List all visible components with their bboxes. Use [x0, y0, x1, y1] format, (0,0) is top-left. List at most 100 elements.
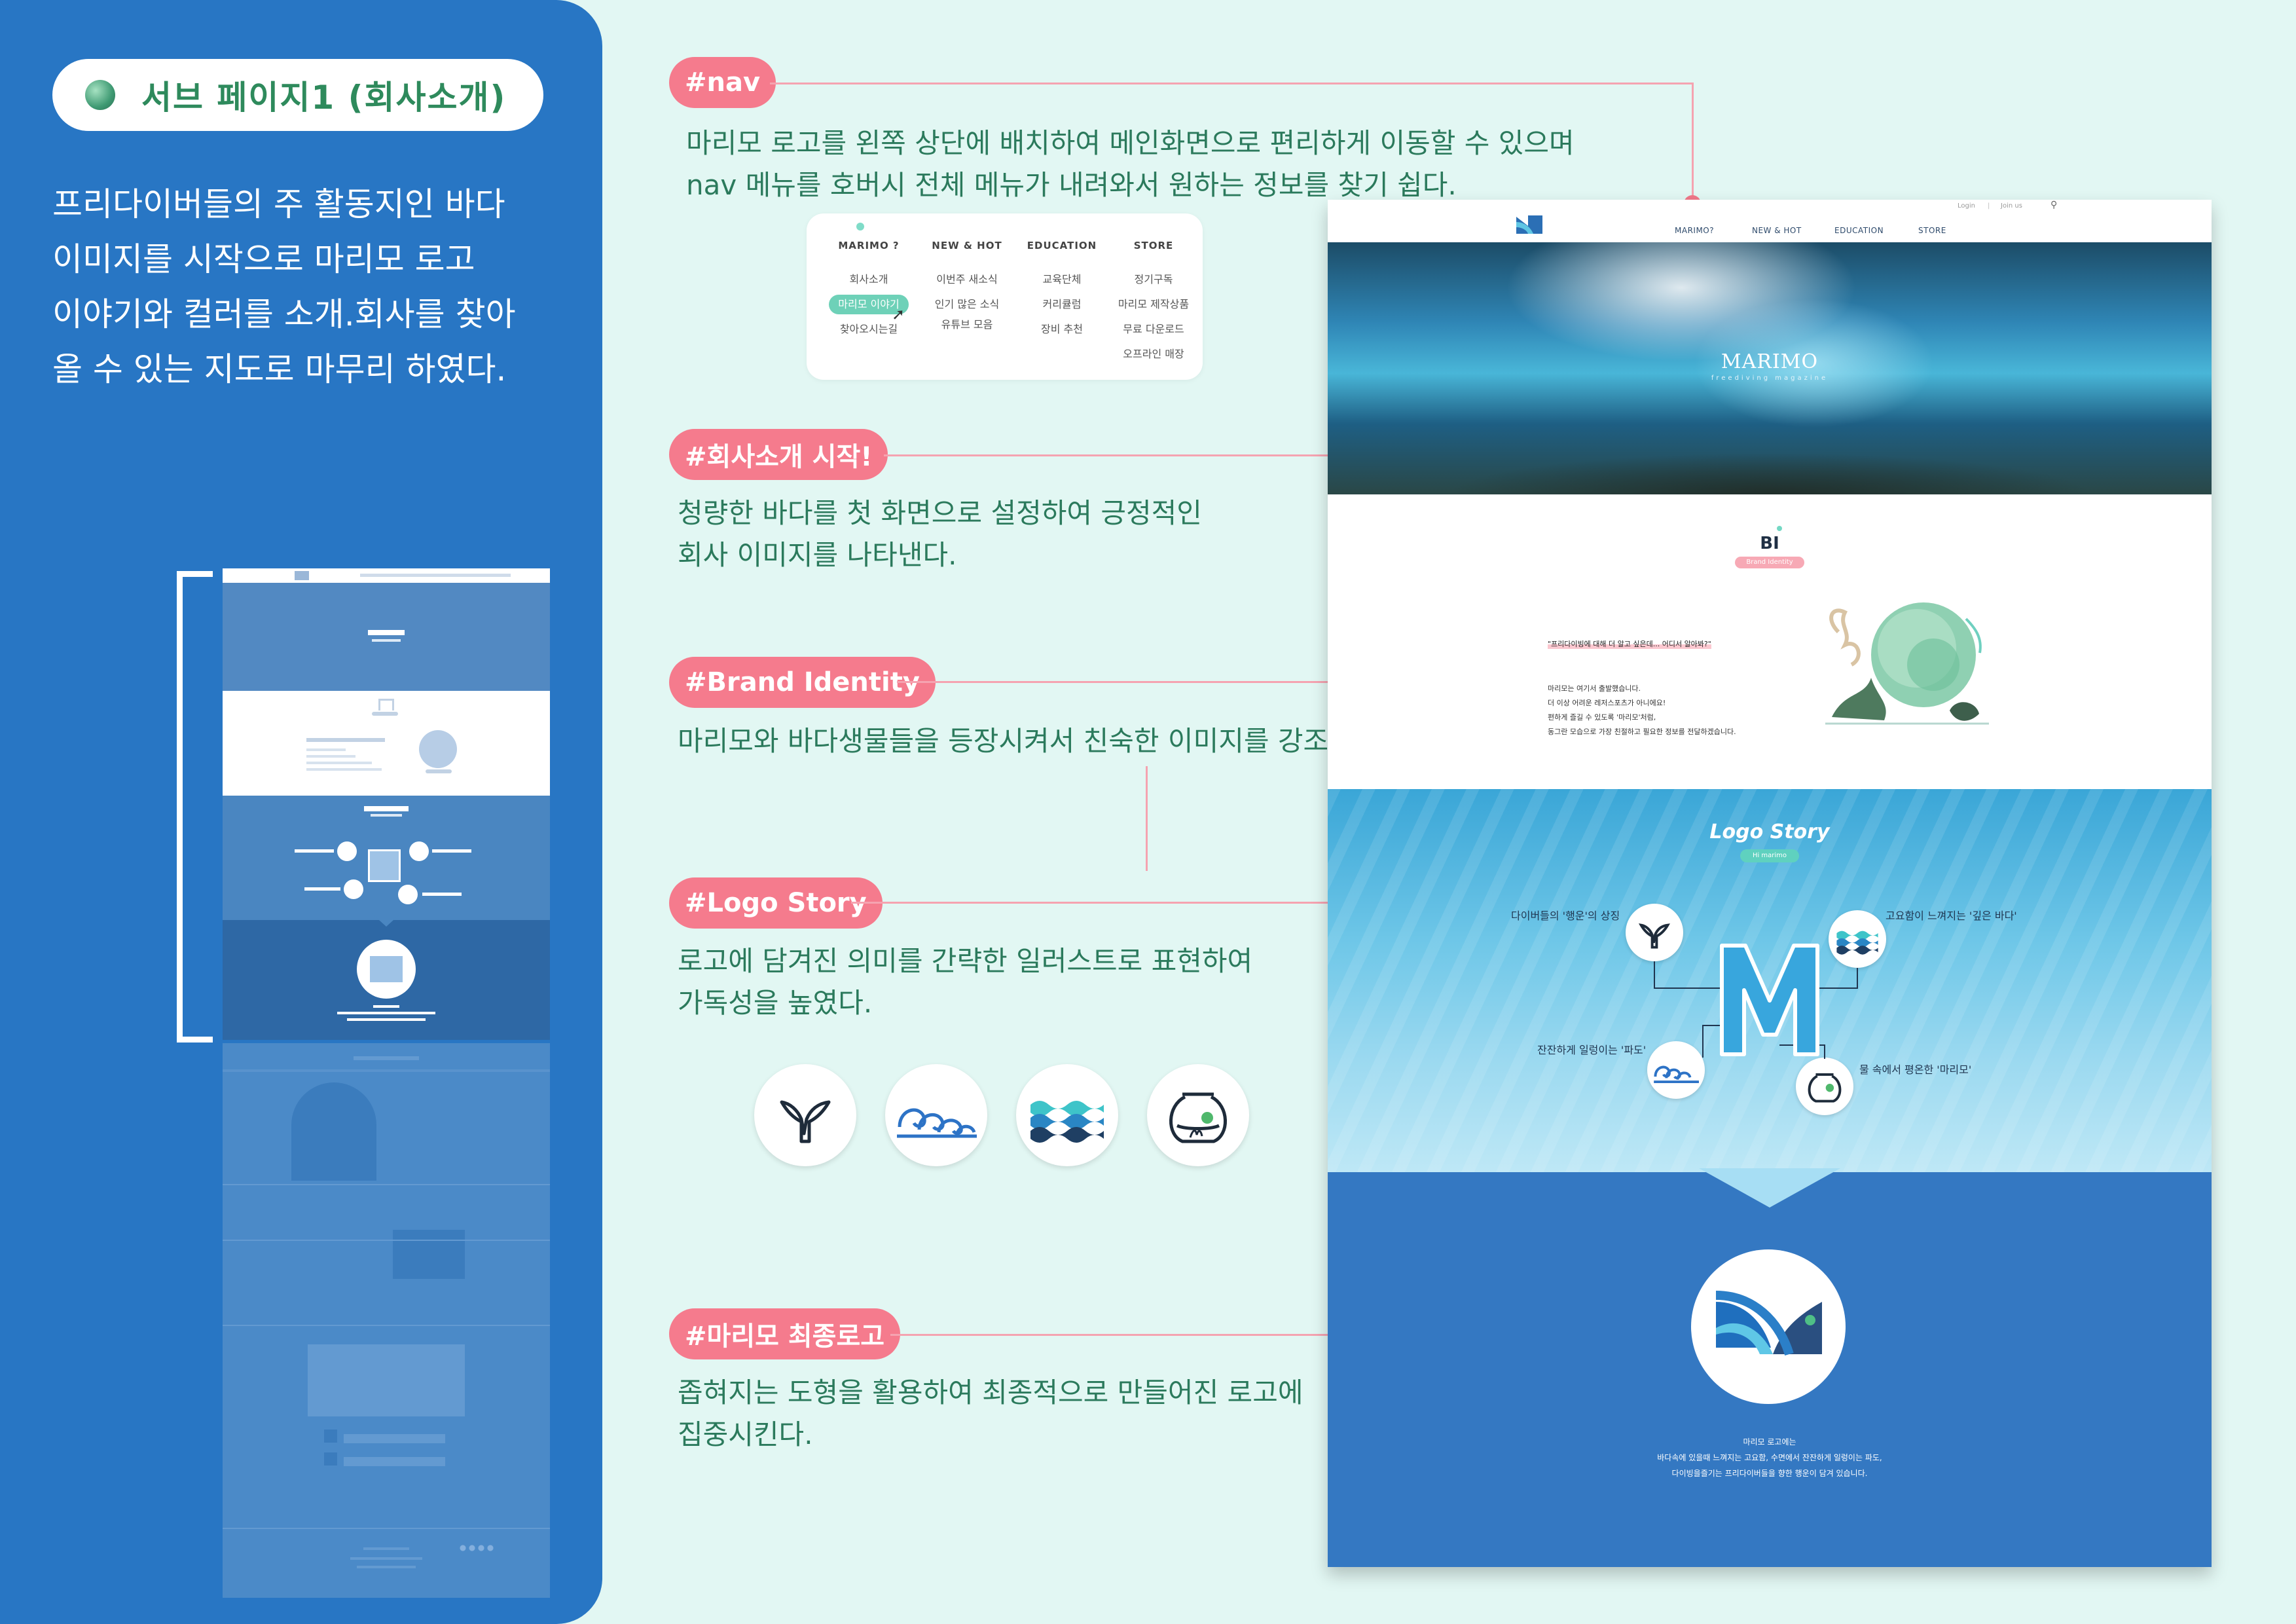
connector-line: [1702, 1025, 1704, 1058]
site-bi-section: BI Brand Identity "프리다이빙에 대해 더 알고 싶은데...…: [1328, 494, 2212, 789]
desc-line: 청량한 바다를 첫 화면으로 설정하여 긍정적인: [678, 497, 1202, 529]
brand-description: 마리모와 바다생물들을 등장시켜서 친숙한 이미지를 강조.: [678, 720, 1337, 762]
dropdown-col-marimo: MARIMO ? 회사소개 마리모 이야기 찾아오시는길: [826, 240, 911, 342]
search-icon[interactable]: ⚲: [2050, 200, 2057, 210]
desc-line: 회사 이미지를 나타낸다.: [678, 539, 957, 571]
wireframe-hero: [223, 583, 550, 691]
fishbowl-icon: [1147, 1064, 1249, 1166]
left-panel: 서브 페이지1 (회사소개) 프리다이버들의 주 활동지인 바다 이미지를 시작…: [0, 0, 602, 1624]
dropdown-item[interactable]: 오프라인 매장: [1104, 342, 1203, 367]
login-link[interactable]: Login: [1958, 202, 1975, 210]
connector-line: [1692, 83, 1694, 203]
dropdown-item[interactable]: 교육단체: [1016, 267, 1108, 292]
intro-line: 이야기와 컬러를 소개.회사를 찾아: [52, 295, 516, 333]
label-deep-sea: 고요함이 느껴지는 '깊은 바다': [1886, 910, 2017, 922]
fishbowl-icon: [1796, 1058, 1853, 1115]
intro-text: 프리다이버들의 주 활동지인 바다 이미지를 시작으로 마리모 로고 이야기와 …: [52, 177, 550, 397]
final-logo-circle: [1691, 1249, 1846, 1404]
site-menu-marimo[interactable]: MARIMO?: [1675, 226, 1714, 235]
intro-line: 올 수 있는 지도로 마무리 하였다.: [52, 350, 507, 388]
dropdown-head[interactable]: MARIMO ?: [826, 240, 911, 251]
wireframe-thumbnail: [223, 568, 550, 1598]
hero-title: MARIMO: [1721, 350, 1819, 373]
tag-final-logo: #마리모 최종로고: [669, 1308, 901, 1359]
logo-story-badge: Hi marimo: [1740, 849, 1799, 862]
logo-story-title: Logo Story: [1709, 821, 1830, 843]
marimo-final-logo-icon: [1715, 1291, 1822, 1356]
connector-line: [770, 83, 1693, 84]
marimo-globe-icon: [85, 80, 115, 110]
site-final-logo-section: 마리모 로고에는 바다속에 있을때 느껴지는 고요함, 수면에서 잔잔하게 일렁…: [1328, 1168, 2212, 1567]
tag-logo-story: #Logo Story: [669, 877, 883, 929]
marimo-sea-illustration: [1819, 593, 1995, 743]
intro-line: 프리다이버들의 주 활동지인 바다: [52, 185, 505, 223]
final-logo-text: 마리모 로고에는 바다속에 있을때 느껴지는 고요함, 수면에서 잔잔하게 일렁…: [1328, 1434, 2212, 1481]
final-line: 다이빙을즐기는 프리다이버들을 향한 행운이 담겨 있습니다.: [1671, 1469, 1868, 1478]
dropdown-col-education: EDUCATION 교육단체 커리큘럼 장비 추천: [1016, 240, 1108, 342]
wave-curl-icon: [1647, 1041, 1705, 1099]
site-menu-education[interactable]: EDUCATION: [1834, 226, 1884, 235]
dropdown-item[interactable]: 인기 많은 소식: [921, 292, 1013, 317]
wave-layers-icon: [1016, 1064, 1118, 1166]
wireframe-logo-story: [223, 796, 550, 920]
dropdown-head[interactable]: STORE: [1104, 240, 1203, 251]
dropdown-head[interactable]: NEW & HOT: [921, 240, 1013, 251]
page-title: 서브 페이지1 (회사소개): [141, 79, 507, 117]
marimo-logo-icon[interactable]: [1515, 214, 1544, 235]
bi-line: 더 이상 어려운 레저스포츠가 아니에요!: [1548, 699, 1666, 707]
dropdown-head[interactable]: EDUCATION: [1016, 240, 1108, 251]
wave-layers-icon: [1829, 910, 1886, 968]
desc-line: 로고에 담겨진 의미를 간략한 일러스트로 표현하여: [678, 945, 1253, 977]
tag-brand: #Brand Identity: [669, 657, 936, 708]
dropdown-item[interactable]: 장비 추천: [1016, 317, 1108, 342]
dropdown-item[interactable]: 유튜브 모음: [921, 317, 1013, 333]
title-pill: 서브 페이지1 (회사소개): [52, 59, 543, 131]
bi-text: 마리모는 여기서 출발했습니다. 더 이상 어려운 레저스포츠가 아니에요! 편…: [1548, 682, 1736, 739]
connector-line: [1857, 968, 1858, 989]
dropdown-col-store: STORE 정기구독 마리모 제작상품 무료 다운로드 오프라인 매장: [1104, 240, 1203, 367]
bi-line: 편하게 즐길 수 있도록 '마리모'처럼,: [1548, 713, 1656, 722]
m-letter-graphic: [1714, 936, 1825, 1061]
bi-quote: "프리다이빙에 대해 더 알고 싶은데... 어디서 알아봐?": [1548, 638, 1711, 649]
website-mockup: MARIMO? NEW & HOT EDUCATION STORE Login …: [1328, 200, 2212, 1567]
wireframe-bi: [223, 691, 550, 796]
site-menu-store[interactable]: STORE: [1918, 226, 1946, 235]
cursor-icon: ➚: [892, 305, 905, 323]
dropdown-item[interactable]: 무료 다운로드: [1104, 317, 1203, 342]
active-dot: [856, 223, 864, 231]
chevron-divider: [1328, 1168, 2212, 1208]
label-marimo: 물 속에서 평온한 '마리모': [1859, 1063, 1972, 1076]
label-luck: 다이버들의 '행운'의 상징: [1511, 910, 1620, 922]
bi-line: 마리모는 여기서 출발했습니다.: [1548, 684, 1641, 693]
dropdown-item[interactable]: 마리모 제작상품: [1104, 292, 1203, 317]
connector-line: [1146, 766, 1148, 871]
tag-nav: #nav: [669, 57, 776, 108]
desc-line: 마리모와 바다생물들을 등장시켜서 친숙한 이미지를 강조.: [678, 725, 1338, 757]
final-line: 마리모 로고에는: [1743, 1437, 1796, 1447]
label-wave: 잔잔하게 일렁이는 '파도': [1537, 1044, 1647, 1056]
intro-line: 이미지를 시작으로 마리모 로고: [52, 240, 475, 278]
intro-description: 청량한 바다를 첫 화면으로 설정하여 긍정적인 회사 이미지를 나타낸다.: [678, 492, 1202, 576]
site-nav: MARIMO? NEW & HOT EDUCATION STORE Login …: [1328, 200, 2212, 242]
logo-story-description: 로고에 담겨진 의미를 간략한 일러스트로 표현하여 가독성을 높였다.: [678, 940, 1252, 1024]
final-logo-description: 좁혀지는 도형을 활용하여 최종적으로 만들어진 로고에 집중시킨다.: [678, 1372, 1303, 1456]
wireframe-nav: [223, 568, 550, 583]
bi-title: BI: [1760, 534, 1779, 553]
dropdown-item[interactable]: 정기구독: [1104, 267, 1203, 292]
nav-description: 마리모 로고를 왼쪽 상단에 배치하여 메인화면으로 편리하게 이동할 수 있으…: [686, 122, 1575, 206]
bi-badge: Brand Identity: [1735, 557, 1804, 568]
dropdown-item[interactable]: 이번주 새소식: [921, 267, 1013, 292]
join-link[interactable]: Join us: [2001, 202, 2022, 210]
desc-line: 좁혀지는 도형을 활용하여 최종적으로 만들어진 로고에: [678, 1376, 1303, 1409]
final-line: 바다속에 있을때 느껴지는 고요함, 수면에서 잔잔하게 일렁이는 파도,: [1657, 1453, 1882, 1462]
bi-line: 동그란 모습으로 가장 친절하고 필요한 정보를 전달하겠습니다.: [1548, 728, 1736, 736]
desc-line: 마리모 로고를 왼쪽 상단에 배치하여 메인화면으로 편리하게 이동할 수 있으…: [686, 127, 1575, 159]
bi-dot: [1777, 526, 1782, 531]
site-menu-newhot[interactable]: NEW & HOT: [1752, 226, 1802, 235]
hero-subtitle: freediving magazine: [1711, 375, 1829, 382]
whale-tail-icon: [754, 1064, 856, 1166]
dropdown-item[interactable]: 커리큘럼: [1016, 292, 1108, 317]
util-divider: |: [1988, 202, 1990, 210]
dropdown-item[interactable]: 회사소개: [826, 267, 911, 292]
wave-curl-icon: [885, 1064, 987, 1166]
